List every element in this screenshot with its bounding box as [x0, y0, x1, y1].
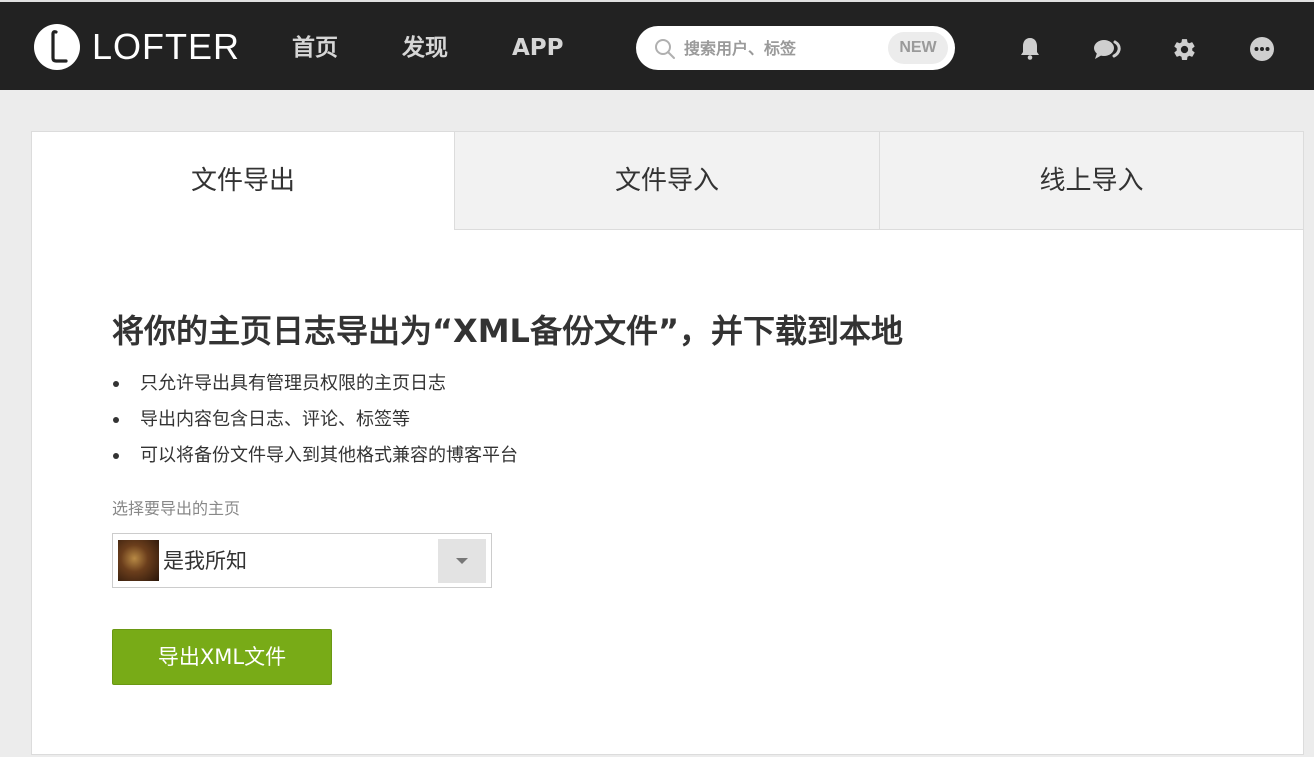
- nav-home[interactable]: 首页: [292, 32, 338, 64]
- tab-file-import[interactable]: 文件导入: [454, 132, 879, 230]
- chevron-down-icon: [456, 558, 468, 564]
- export-xml-button[interactable]: 导出XML文件: [112, 629, 332, 685]
- bell-icon[interactable]: [1019, 36, 1041, 64]
- list-item: 可以将备份文件导入到其他格式兼容的博客平台: [112, 438, 518, 474]
- chat-icon[interactable]: [1093, 38, 1121, 64]
- top-navigation-bar: LOFTER 首页 发现 APP NEW: [0, 0, 1314, 90]
- export-panel: 文件导出 文件导入 线上导入 将你的主页日志导出为“XML备份文件”，并下载到本…: [31, 131, 1304, 755]
- nav-discover[interactable]: 发现: [402, 32, 448, 64]
- dropdown-button[interactable]: [438, 539, 486, 583]
- selected-blog-name: 是我所知: [163, 549, 247, 573]
- list-item: 只允许导出具有管理员权限的主页日志: [112, 366, 518, 402]
- select-label: 选择要导出的主页: [112, 499, 241, 518]
- lofter-logo-icon: [34, 24, 80, 70]
- search-icon: [654, 38, 676, 64]
- search-box[interactable]: NEW: [636, 26, 955, 70]
- list-item: 导出内容包含日志、评论、标签等: [112, 402, 518, 438]
- page-title: 将你的主页日志导出为“XML备份文件”，并下载到本地: [112, 312, 903, 350]
- search-input[interactable]: [684, 36, 914, 60]
- info-list: 只允许导出具有管理员权限的主页日志 导出内容包含日志、评论、标签等 可以将备份文…: [112, 366, 518, 474]
- lofter-logo[interactable]: LOFTER: [34, 24, 240, 70]
- new-badge[interactable]: NEW: [888, 32, 948, 64]
- gear-icon[interactable]: [1172, 37, 1197, 66]
- avatar: [118, 540, 159, 581]
- tab-bar: 文件导出 文件导入 线上导入: [32, 132, 1303, 230]
- tab-file-export[interactable]: 文件导出: [32, 132, 454, 230]
- tab-online-import[interactable]: 线上导入: [879, 132, 1303, 230]
- logo-text: LOFTER: [92, 26, 241, 67]
- blog-select[interactable]: 是我所知: [112, 533, 492, 588]
- nav-app[interactable]: APP: [512, 32, 564, 64]
- more-icon[interactable]: [1250, 37, 1274, 65]
